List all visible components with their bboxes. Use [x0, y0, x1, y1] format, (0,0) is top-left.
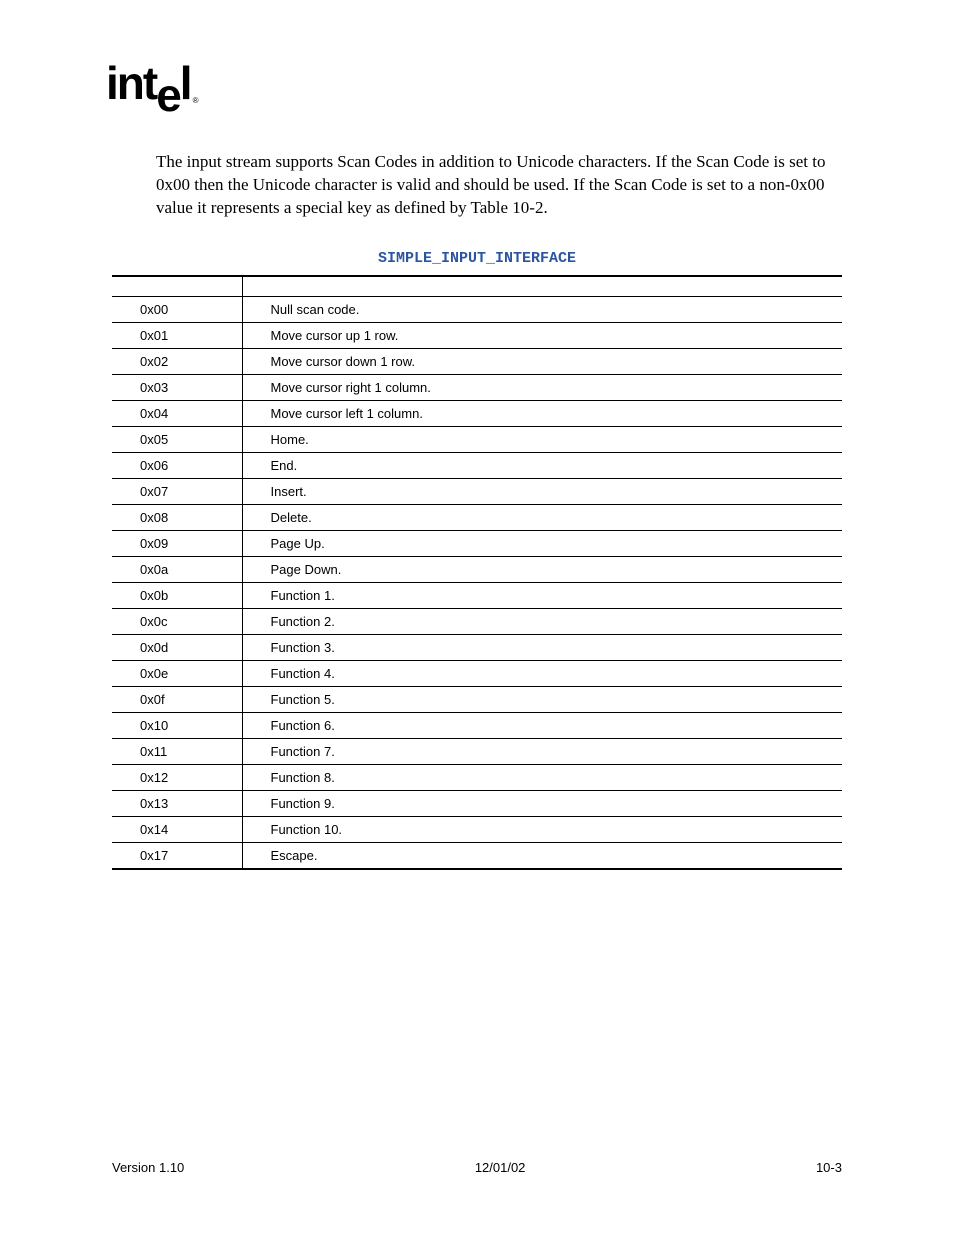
description-cell: End. [242, 452, 842, 478]
scan-code-cell: 0x0f [112, 686, 242, 712]
description-cell: Home. [242, 426, 842, 452]
description-cell: Function 1. [242, 582, 842, 608]
description-cell: Function 6. [242, 712, 842, 738]
intro-paragraph: The input stream supports Scan Codes in … [156, 151, 842, 220]
table-row: 0x04Move cursor left 1 column. [112, 400, 842, 426]
scan-code-cell: 0x14 [112, 816, 242, 842]
description-cell: Function 7. [242, 738, 842, 764]
description-cell: Function 2. [242, 608, 842, 634]
description-cell: Function 3. [242, 634, 842, 660]
table-row: 0x06End. [112, 452, 842, 478]
scan-code-cell: 0x0e [112, 660, 242, 686]
description-cell: Escape. [242, 842, 842, 869]
scan-code-cell: 0x01 [112, 322, 242, 348]
description-cell: Function 5. [242, 686, 842, 712]
footer-date: 12/01/02 [475, 1160, 526, 1175]
scan-code-cell: 0x10 [112, 712, 242, 738]
table-row: 0x14Function 10. [112, 816, 842, 842]
description-cell: Function 10. [242, 816, 842, 842]
scan-code-cell: 0x09 [112, 530, 242, 556]
table-row: 0x17Escape. [112, 842, 842, 869]
scan-code-cell: 0x07 [112, 478, 242, 504]
description-cell: Move cursor right 1 column. [242, 374, 842, 400]
intel-logo: intel® [106, 60, 842, 111]
scan-code-cell: 0x13 [112, 790, 242, 816]
scan-code-cell: 0x00 [112, 296, 242, 322]
table-caption: SIMPLE_INPUT_INTERFACE [112, 250, 842, 267]
scan-code-cell: 0x0c [112, 608, 242, 634]
table-row: 0x0fFunction 5. [112, 686, 842, 712]
scan-code-cell: 0x12 [112, 764, 242, 790]
table-header-cell [242, 276, 842, 296]
description-cell: Null scan code. [242, 296, 842, 322]
table-row: 0x0aPage Down. [112, 556, 842, 582]
scan-code-cell: 0x0d [112, 634, 242, 660]
table-row: 0x01Move cursor up 1 row. [112, 322, 842, 348]
scan-code-cell: 0x0b [112, 582, 242, 608]
table-row: 0x0bFunction 1. [112, 582, 842, 608]
table-row: 0x10Function 6. [112, 712, 842, 738]
table-row: 0x07Insert. [112, 478, 842, 504]
table-row: 0x11Function 7. [112, 738, 842, 764]
table-row: 0x02Move cursor down 1 row. [112, 348, 842, 374]
description-cell: Insert. [242, 478, 842, 504]
scan-code-cell: 0x04 [112, 400, 242, 426]
scan-code-cell: 0x02 [112, 348, 242, 374]
table-row: 0x05Home. [112, 426, 842, 452]
description-cell: Move cursor down 1 row. [242, 348, 842, 374]
table-row: 0x09Page Up. [112, 530, 842, 556]
scan-code-cell: 0x08 [112, 504, 242, 530]
table-row: 0x0eFunction 4. [112, 660, 842, 686]
scan-code-cell: 0x17 [112, 842, 242, 869]
table-header-cell [112, 276, 242, 296]
scan-code-table: 0x00Null scan code.0x01Move cursor up 1 … [112, 275, 842, 870]
table-row: 0x08Delete. [112, 504, 842, 530]
table-row: 0x0cFunction 2. [112, 608, 842, 634]
scan-code-cell: 0x06 [112, 452, 242, 478]
page: intel® The input stream supports Scan Co… [0, 0, 954, 1235]
description-cell: Move cursor left 1 column. [242, 400, 842, 426]
scan-code-cell: 0x05 [112, 426, 242, 452]
page-footer: Version 1.10 12/01/02 10-3 [112, 1160, 842, 1175]
description-cell: Function 4. [242, 660, 842, 686]
table-row: 0x00Null scan code. [112, 296, 842, 322]
description-cell: Page Down. [242, 556, 842, 582]
table-row: 0x13Function 9. [112, 790, 842, 816]
scan-code-cell: 0x0a [112, 556, 242, 582]
description-cell: Delete. [242, 504, 842, 530]
table-row: 0x03Move cursor right 1 column. [112, 374, 842, 400]
table-row: 0x0dFunction 3. [112, 634, 842, 660]
description-cell: Function 8. [242, 764, 842, 790]
scan-code-cell: 0x03 [112, 374, 242, 400]
scan-code-cell: 0x11 [112, 738, 242, 764]
footer-version: Version 1.10 [112, 1160, 184, 1175]
description-cell: Function 9. [242, 790, 842, 816]
footer-page-number: 10-3 [816, 1160, 842, 1175]
table-row: 0x12Function 8. [112, 764, 842, 790]
description-cell: Page Up. [242, 530, 842, 556]
table-header-row [112, 276, 842, 296]
description-cell: Move cursor up 1 row. [242, 322, 842, 348]
